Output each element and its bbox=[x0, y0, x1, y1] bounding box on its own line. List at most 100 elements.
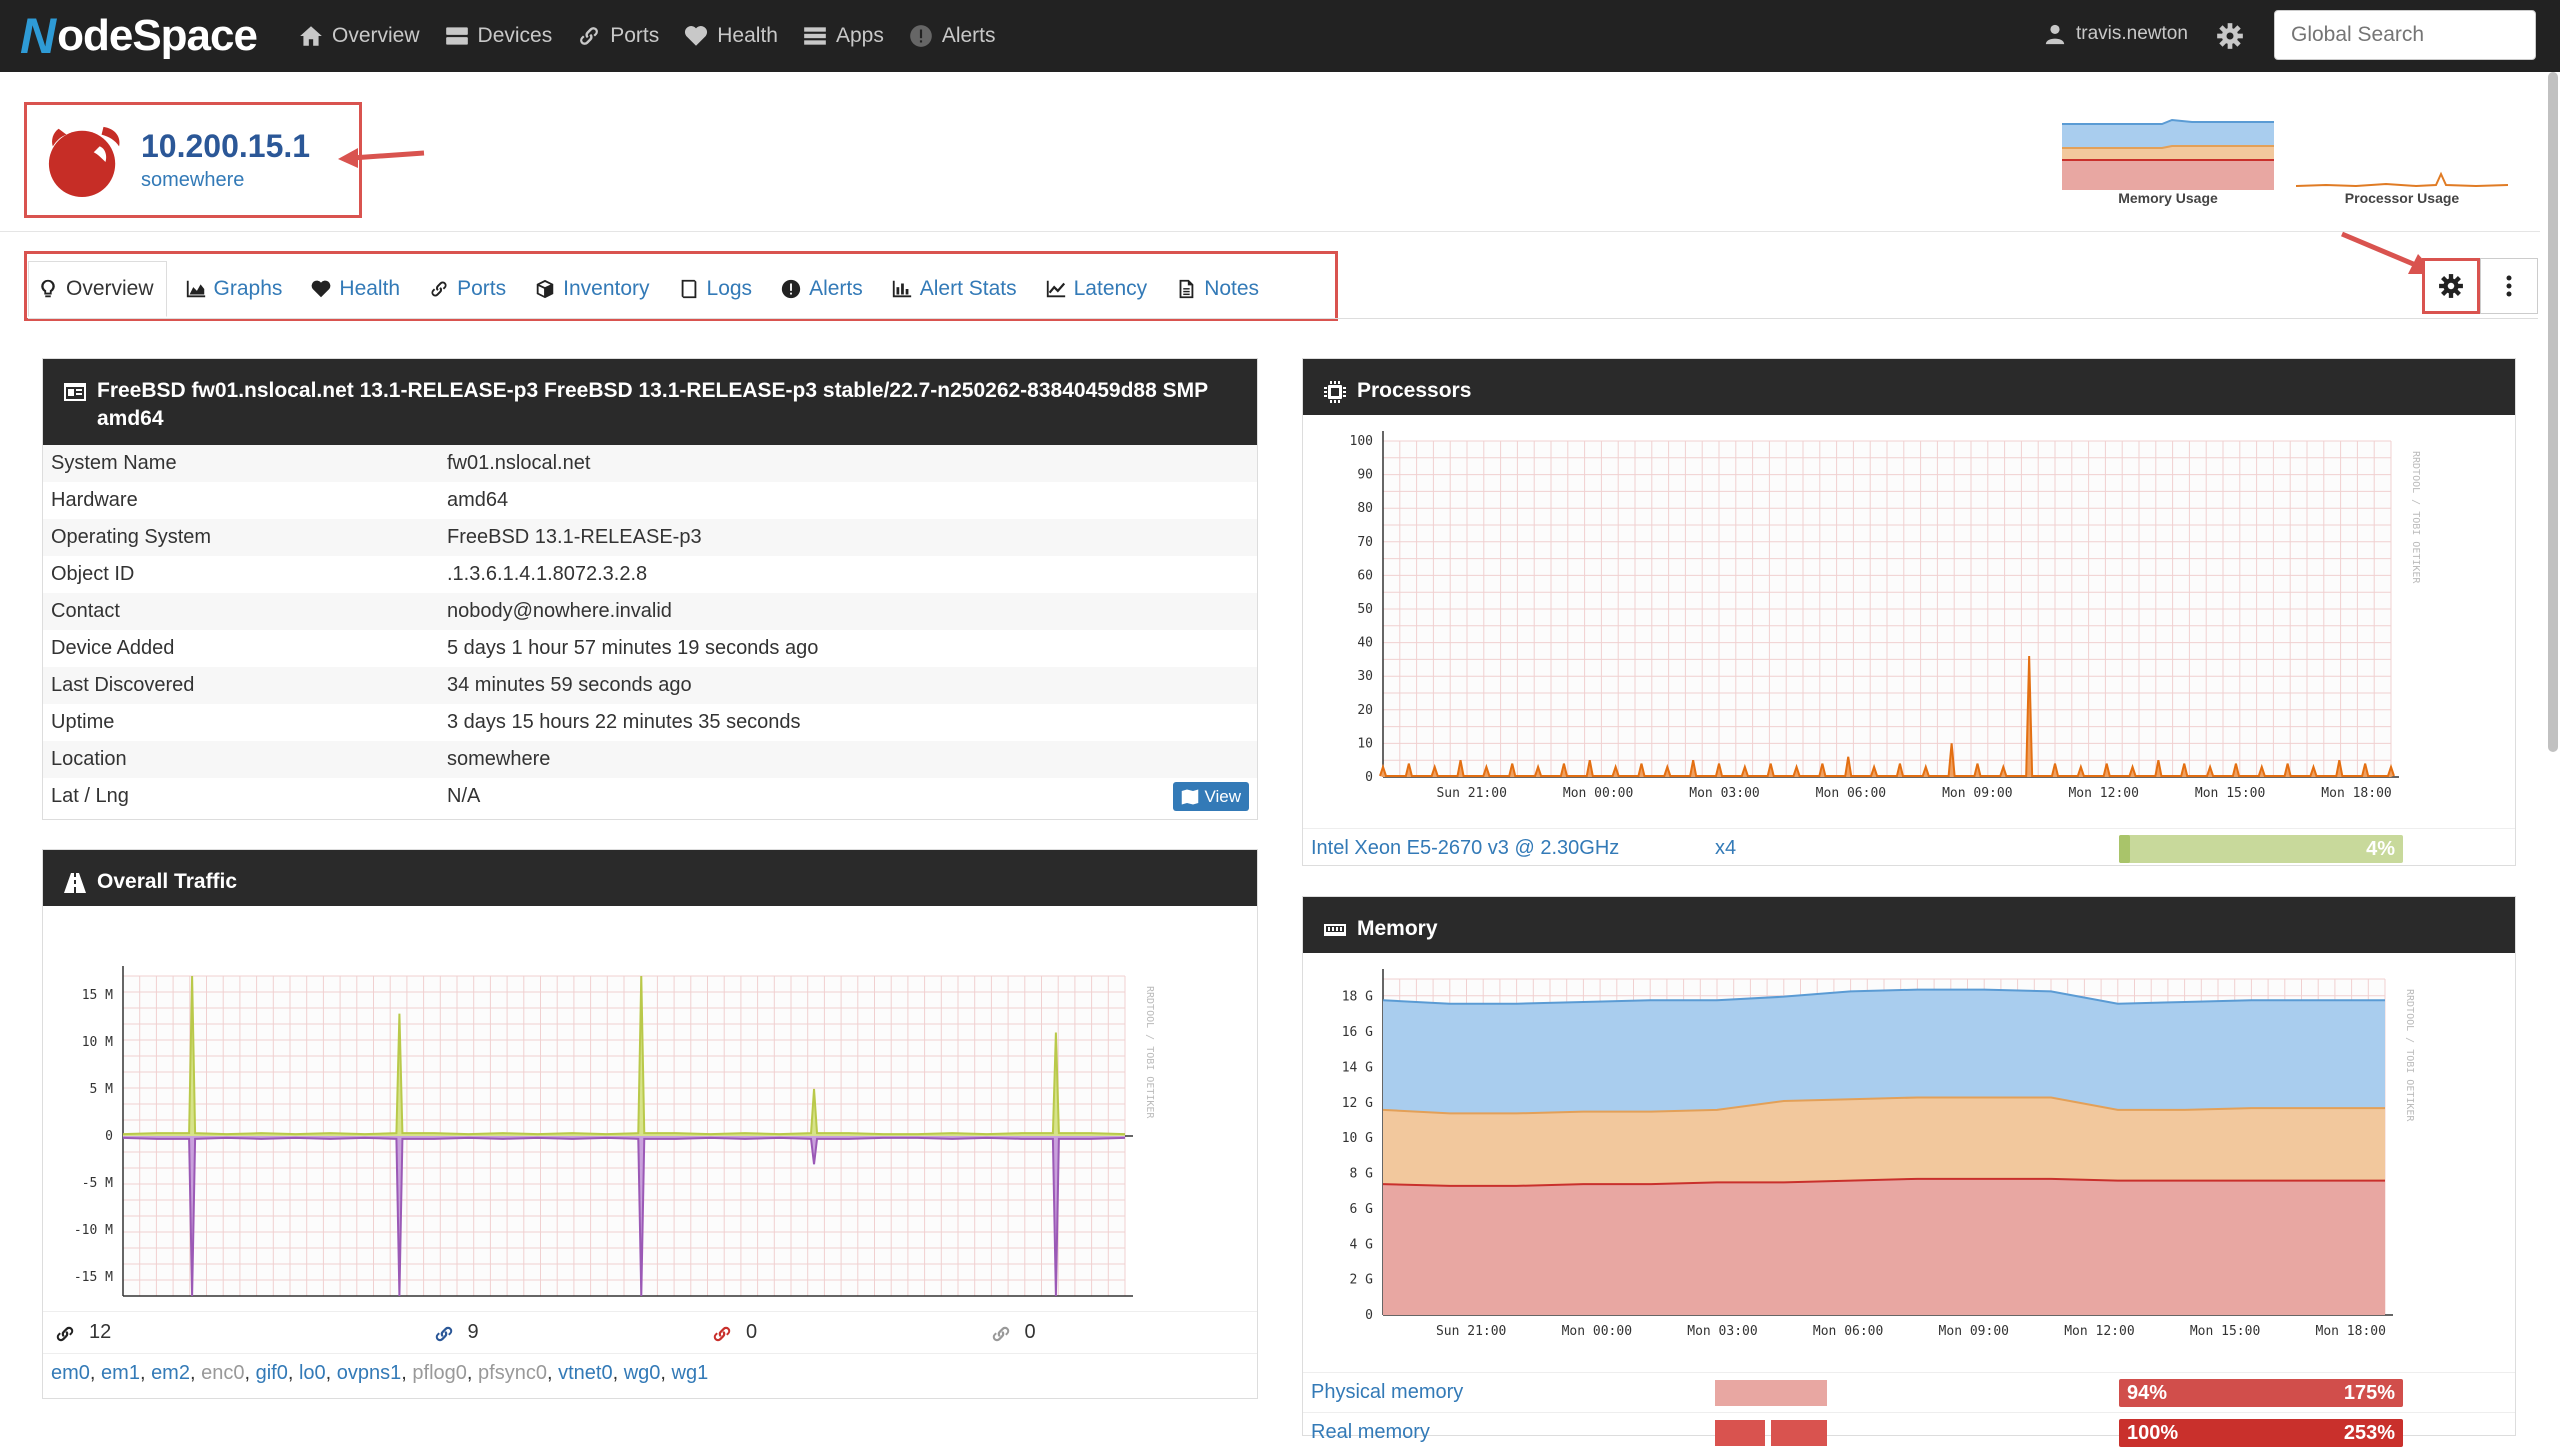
tab-latency[interactable]: Latency bbox=[1045, 261, 1147, 317]
y-tick-label: -15 M bbox=[74, 1270, 113, 1285]
ports-up-count: 9 bbox=[467, 1321, 479, 1343]
tab-label: Logs bbox=[706, 277, 753, 300]
interface-link[interactable]: em2 bbox=[151, 1362, 190, 1385]
interface-list: em0, em1, em2, enc0, gif0, lo0, ovpns1, … bbox=[43, 1353, 1257, 1393]
processor-chart[interactable]: 1009080706050403020100Sun 21:00 Mon 00:00… bbox=[1303, 415, 2515, 823]
separator: , bbox=[612, 1362, 624, 1384]
memory-name[interactable]: Real memory bbox=[1311, 1421, 1430, 1444]
interface-link[interactable]: gif0 bbox=[256, 1362, 288, 1385]
tab-label: Inventory bbox=[563, 277, 650, 300]
separator: , bbox=[401, 1362, 413, 1384]
info-row: Contact nobody@nowhere.invalid bbox=[43, 593, 1257, 630]
tab-alerts[interactable]: Alerts bbox=[780, 261, 863, 317]
y-tick-label: 0 bbox=[105, 1129, 113, 1144]
gear-icon[interactable] bbox=[2216, 22, 2244, 50]
y-tick-label: 40 bbox=[1357, 636, 1373, 651]
tab-health[interactable]: Health bbox=[310, 261, 400, 317]
memory-name[interactable]: Physical memory bbox=[1311, 1381, 1463, 1404]
chart-watermark: RRDTOOL / TOBI OETIKER bbox=[1144, 986, 1155, 1119]
interface-link[interactable]: wg0 bbox=[624, 1362, 661, 1385]
processor-name[interactable]: Intel Xeon E5-2670 v3 @ 2.30GHz bbox=[1311, 837, 1619, 860]
home-icon bbox=[300, 26, 322, 46]
memory-row: Physical memory 94% 175% bbox=[1303, 1372, 2515, 1412]
nav-item-devices[interactable]: Devices bbox=[444, 23, 552, 49]
tab-alert-stats[interactable]: Alert Stats bbox=[891, 261, 1017, 317]
more-options-button[interactable] bbox=[2480, 258, 2538, 314]
x-tick-label: Mon 00:00 bbox=[1563, 786, 1633, 801]
user-menu[interactable]: travis.newton bbox=[2044, 22, 2188, 46]
tab-ports[interactable]: Ports bbox=[428, 261, 506, 317]
nav-item-alerts[interactable]: Alerts bbox=[908, 23, 996, 49]
y-tick-label: 30 bbox=[1357, 669, 1373, 684]
interface-link[interactable]: enc0 bbox=[201, 1362, 244, 1385]
memory-chart[interactable]: 18 G 16 G 14 G 12 G 10 G 8 G 6 G 4 G 2 G 0 Sun 21:… bbox=[1303, 953, 2515, 1367]
interface-link[interactable]: em0 bbox=[51, 1362, 90, 1385]
interface-link[interactable]: vtnet0 bbox=[558, 1362, 612, 1385]
x-tick-label: Mon 09:00 bbox=[679, 1305, 749, 1306]
x-tick-label: Mon 03:00 bbox=[1687, 1324, 1757, 1339]
brand-name: odeSpace bbox=[57, 11, 258, 60]
heartbeat-icon bbox=[312, 280, 331, 298]
tab-notes[interactable]: Notes bbox=[1175, 261, 1259, 317]
nav-item-overview[interactable]: Overview bbox=[298, 23, 420, 49]
server-icon bbox=[445, 27, 468, 45]
x-tick-label: Mon 18:00 bbox=[2316, 1324, 2386, 1339]
device-location[interactable]: somewhere bbox=[141, 169, 310, 192]
ports-down[interactable]: 0 bbox=[700, 1321, 979, 1344]
ports-total[interactable]: 12 bbox=[43, 1321, 322, 1344]
microchip-icon bbox=[1324, 381, 1346, 403]
memory-usage-bar: 100% 253% bbox=[2119, 1419, 2403, 1447]
nav-item-label: Alerts bbox=[941, 24, 996, 47]
y-tick-label: 12 G bbox=[1342, 1096, 1373, 1111]
ellipsis-vertical-icon bbox=[2506, 275, 2512, 297]
map-view-button[interactable]: View bbox=[1173, 782, 1249, 811]
ports-shutdown[interactable]: 0 bbox=[979, 1321, 1258, 1344]
traffic-chart[interactable]: 15 M 10 M 5 M 0 -5 M -10 M -15 M Sun 21:00 Mon 0… bbox=[43, 906, 1257, 1320]
overview-info-table: System Name fw01.nslocal.net Hardware amd6… bbox=[43, 445, 1257, 815]
y-tick-label: 8 G bbox=[1350, 1167, 1374, 1182]
bar-chart-icon bbox=[892, 280, 911, 298]
tab-graphs[interactable]: Graphs bbox=[185, 261, 283, 317]
global-search-input[interactable] bbox=[2274, 10, 2536, 60]
nav-item-health[interactable]: Health bbox=[683, 23, 778, 49]
processor-usage-mini-graph[interactable] bbox=[2296, 118, 2508, 190]
device-settings-button[interactable] bbox=[2422, 258, 2480, 314]
memory-usage-percent: 100% bbox=[2127, 1422, 2179, 1444]
interface-link[interactable]: ovpns1 bbox=[337, 1362, 402, 1385]
heartbeat-icon bbox=[685, 26, 708, 46]
road-icon bbox=[64, 873, 86, 893]
processors-title: Processors bbox=[1357, 379, 1472, 402]
tab-logs[interactable]: Logs bbox=[678, 261, 753, 317]
tab-label: Graphs bbox=[213, 277, 283, 300]
interface-link[interactable]: wg1 bbox=[672, 1362, 709, 1385]
interface-link[interactable]: pfsync0 bbox=[478, 1362, 547, 1385]
tab-inventory[interactable]: Inventory bbox=[534, 261, 650, 317]
info-value: .1.3.6.1.4.1.8072.3.2.8 bbox=[447, 563, 648, 585]
chart-watermark: RRDTOOL / TOBI OETIKER bbox=[2410, 451, 2421, 584]
nav-item-ports[interactable]: Ports bbox=[576, 23, 659, 49]
x-tick-label: Mon 03:00 bbox=[1689, 786, 1759, 801]
interface-link[interactable]: lo0 bbox=[299, 1362, 326, 1385]
device-hostname[interactable]: 10.200.15.1 bbox=[141, 128, 310, 165]
y-tick-label: 100 bbox=[1350, 434, 1373, 449]
ports-up[interactable]: 9 bbox=[422, 1321, 701, 1344]
ports-shutdown-count: 0 bbox=[1024, 1321, 1036, 1343]
y-tick-label: 5 M bbox=[90, 1082, 114, 1097]
page-scrollbar[interactable] bbox=[2548, 72, 2558, 752]
brand-logo[interactable]: NodeSpace bbox=[20, 8, 258, 64]
tab-overview[interactable]: Overview bbox=[28, 261, 167, 317]
ports-down-count: 0 bbox=[746, 1321, 758, 1343]
processor-usage-label: Processor Usage bbox=[2344, 190, 2460, 206]
y-tick-label: 80 bbox=[1357, 501, 1373, 516]
interface-link[interactable]: em1 bbox=[101, 1362, 140, 1385]
processor-usage-bar-fill bbox=[2119, 835, 2131, 863]
interface-link[interactable]: pflog0 bbox=[412, 1362, 467, 1385]
area-chart-icon bbox=[186, 280, 205, 298]
nav-item-apps[interactable]: Apps bbox=[802, 23, 884, 49]
info-row: Hardware amd64 bbox=[43, 482, 1257, 519]
y-tick-label: 10 G bbox=[1342, 1131, 1373, 1146]
memory-usage-mini-graph[interactable] bbox=[2062, 118, 2274, 190]
memory-title: Memory bbox=[1357, 917, 1438, 940]
x-tick-label: Mon 12:00 bbox=[2064, 1324, 2134, 1339]
x-tick-label: Mon 06:00 bbox=[1813, 1324, 1883, 1339]
